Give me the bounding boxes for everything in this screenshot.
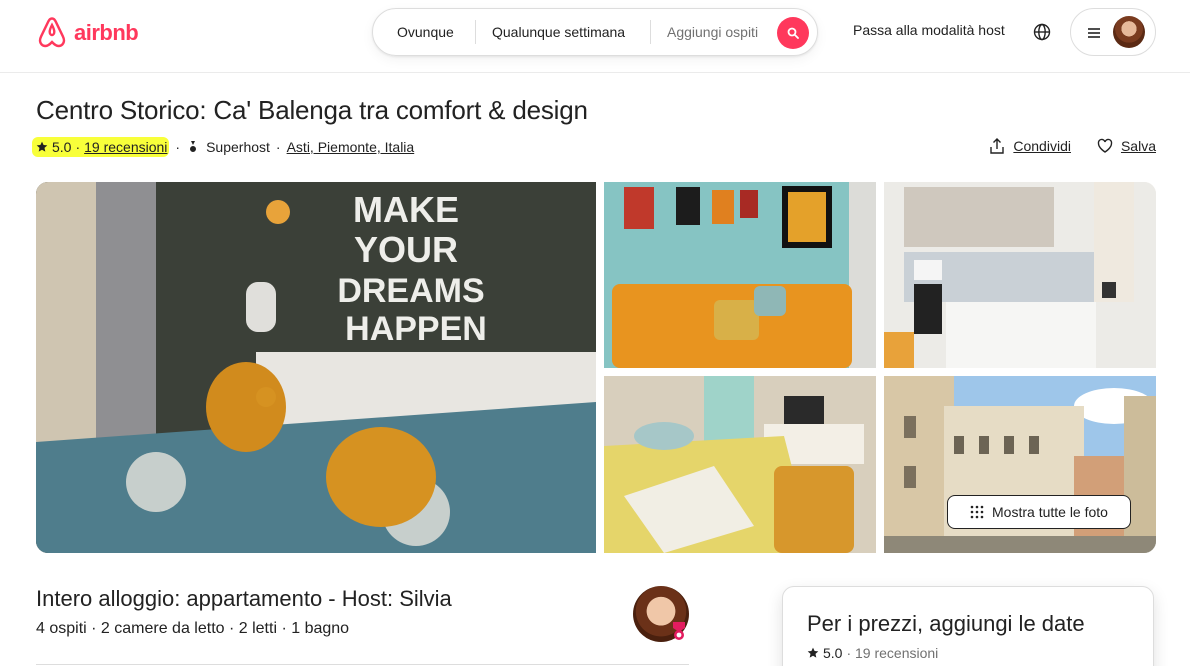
listing-actions: Condividi Salva [989,138,1156,154]
save-label: Salva [1120,138,1156,154]
photo-living-room[interactable] [604,182,876,368]
wall-sign-line-4: HAPPEN [345,310,487,348]
wall-sign-line-1: MAKE [353,189,459,230]
photo-main-bedroom[interactable]: MAKE YOUR DREAMS HAPPEN [36,182,596,553]
show-all-label: Mostra tutte le foto [992,504,1108,520]
save-button[interactable]: Salva [1097,138,1156,154]
kitchen-illustration [884,182,1156,368]
section-divider [36,664,689,665]
listing-subline: 5.0 · 19 recensioni · Superhost · Asti, … [32,137,415,157]
living-room-illustration [604,182,876,368]
listing-type-heading: Intero alloggio: appartamento - Host: Si… [36,586,452,611]
search-button[interactable] [777,17,809,49]
top-header: airbnb Ovunque Qualunque settimana Aggiu… [0,0,1190,73]
booking-reviews-count[interactable]: · 19 recensioni [846,645,938,661]
reviews-link[interactable]: 19 recensioni [84,139,167,155]
rating-value: 5.0 [52,139,72,155]
search-bar[interactable]: Ovunque Qualunque settimana Aggiungi osp… [372,8,818,56]
booking-rating-value: 5.0 [823,645,843,661]
bedroom-illustration: MAKE YOUR DREAMS HAPPEN [36,182,596,553]
booking-rating: 5.0 · 19 recensioni [807,645,938,661]
show-all-photos-button[interactable]: Mostra tutte le foto [947,495,1131,529]
separator: · [75,139,81,155]
heart-icon [1097,138,1113,153]
listing-capacity: 4 ospiti · 2 camere da letto · 2 letti ·… [36,620,350,637]
share-button[interactable]: Condividi [989,138,1071,154]
star-icon [807,647,819,658]
location-link[interactable]: Asti, Piemonte, Italia [287,139,415,155]
share-label: Condividi [1013,138,1071,154]
photo-gallery: MAKE YOUR DREAMS HAPPEN Mostra tutte le … [36,182,1156,553]
user-menu-button[interactable] [1070,8,1156,56]
brand-name: airbnb [74,19,139,45]
wall-sign-line-2: YOUR [354,229,458,270]
superhost-label: Superhost [206,139,270,155]
star-icon [36,141,48,152]
menu-icon [1088,28,1100,38]
photo-kitchen[interactable] [884,182,1156,368]
second-bedroom-illustration [604,376,876,553]
search-when[interactable]: Qualunque settimana [475,20,650,44]
listing-title: Centro Storico: Ca' Balenga tra comfort … [36,95,588,125]
separator: · [275,139,281,155]
search-icon [787,27,799,39]
search-where[interactable]: Ovunque [373,20,475,44]
airbnb-logo-icon [38,17,66,48]
airbnb-logo[interactable]: airbnb [36,16,139,49]
wall-sign-line-3: DREAMS [337,272,484,310]
globe-icon[interactable] [1032,22,1052,42]
rating-highlight: 5.0 · 19 recensioni [32,137,170,157]
host-mode-link[interactable]: Passa alla modalità host [853,22,1005,38]
price-prompt: Per i prezzi, aggiungi le date [807,611,1085,636]
superhost-badge-icon [673,622,685,640]
superhost-icon [190,141,197,152]
user-avatar [1113,16,1145,48]
search-guests[interactable]: Aggiungi ospiti [650,20,779,44]
share-icon [990,138,1005,154]
booking-card: Per i prezzi, aggiungi le date 5.0 · 19 … [782,586,1154,666]
separator: · [175,139,181,155]
photo-second-bedroom[interactable] [604,376,876,553]
grid-icon [970,505,984,519]
